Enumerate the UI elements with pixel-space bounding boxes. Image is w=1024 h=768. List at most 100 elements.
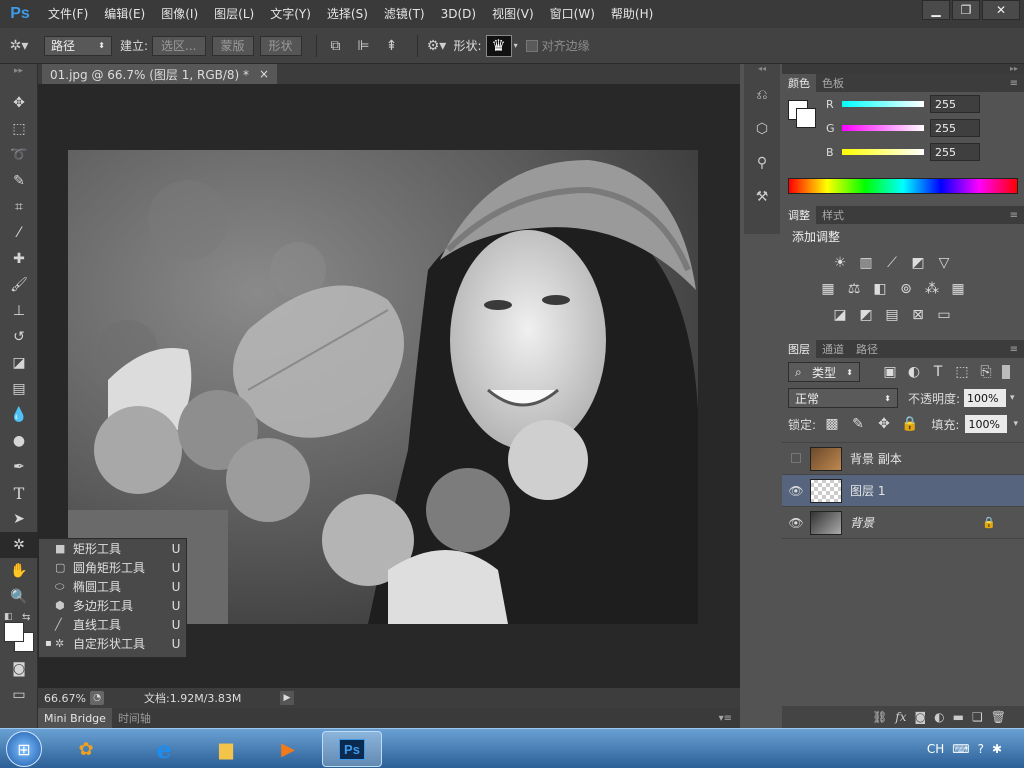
path-selection-tool[interactable]: ➤ <box>0 506 38 532</box>
tab-paths[interactable]: 路径 <box>850 340 884 358</box>
tab-timeline[interactable]: 时间轴 <box>112 708 157 728</box>
filter-adjustment-icon[interactable]: ◐ <box>904 362 924 382</box>
ellipse-tool-item[interactable]: ⬭ 椭圆工具 U <box>39 577 186 596</box>
foreground-color-swatch[interactable] <box>4 622 24 642</box>
align-edges-checkbox[interactable] <box>525 39 538 52</box>
close-button[interactable]: ✕ <box>982 0 1020 20</box>
channel-mixer-icon[interactable]: ⁂ <box>922 279 942 299</box>
status-menu-arrow-icon[interactable]: ▶ <box>280 691 294 705</box>
green-slider[interactable] <box>842 125 924 131</box>
make-mask-button[interactable]: 蒙版 <box>211 35 254 56</box>
blue-value[interactable]: 255 <box>930 143 980 161</box>
hue-saturation-icon[interactable]: ▦ <box>818 279 838 299</box>
lasso-tool[interactable]: ➰ <box>0 142 38 168</box>
panel-menu-icon[interactable]: ▾≡ <box>719 713 740 724</box>
maximize-button[interactable]: ❐ <box>952 0 980 20</box>
menu-view[interactable]: 视图(V) <box>484 0 542 28</box>
green-value[interactable]: 255 <box>930 119 980 137</box>
clone-stamp-tool[interactable]: ⊥ <box>0 298 38 324</box>
custom-shape-preset-icon[interactable]: ✲▾ <box>8 35 30 57</box>
visibility-toggle[interactable]: 👁 <box>782 516 810 530</box>
levels-icon[interactable]: ▥ <box>856 253 876 273</box>
opacity-input[interactable]: 100% <box>964 389 1007 407</box>
layer-filter-select[interactable]: ⌕ 类型 ⬍ <box>788 362 860 382</box>
minimize-button[interactable]: ▁ <box>922 0 950 20</box>
lock-position-icon[interactable]: ✥ <box>874 414 894 434</box>
layer-row-background-copy[interactable]: 背景 副本 <box>782 443 1024 475</box>
lock-transparent-icon[interactable]: ▩ <box>822 414 842 434</box>
taskbar-app-1[interactable]: ✿ <box>58 731 114 767</box>
visibility-toggle[interactable]: 👁 <box>782 484 810 498</box>
selective-color-icon[interactable]: ⊠ <box>908 305 928 325</box>
tab-adjustments[interactable]: 调整 <box>782 206 816 224</box>
layer-row-background[interactable]: 👁 背景 🔒 <box>782 507 1024 539</box>
tab-mini-bridge[interactable]: Mini Bridge <box>38 708 112 728</box>
fill-input[interactable]: 100% <box>965 415 1008 433</box>
make-shape-button[interactable]: 形状 <box>259 35 302 56</box>
taskbar-photoshop[interactable]: Ps <box>322 731 382 767</box>
screen-mode-button[interactable]: ▭ <box>0 682 38 708</box>
tools-panel-grip[interactable]: ▸▸ <box>0 64 37 90</box>
lock-all-icon[interactable]: 🔒 <box>900 414 920 434</box>
custom-shape-tool-item[interactable]: ▪ ✲ 自定形状工具 U <box>39 634 186 653</box>
color-spectrum-ramp[interactable] <box>788 178 1018 194</box>
posterize-icon[interactable]: ◩ <box>856 305 876 325</box>
tab-styles[interactable]: 样式 <box>816 206 850 224</box>
filter-pixel-icon[interactable]: ▣ <box>880 362 900 382</box>
blur-tool[interactable]: 💧 <box>0 402 38 428</box>
layer-name[interactable]: 图层 1 <box>850 482 885 499</box>
panel-menu-icon[interactable]: ≡ <box>1010 78 1024 89</box>
filter-type-icon[interactable]: T <box>928 362 948 382</box>
status-info-icon[interactable]: ◔ <box>90 691 104 705</box>
vibrance-icon[interactable]: ▽ <box>934 253 954 273</box>
help-icon[interactable]: ? <box>978 742 984 756</box>
threshold-icon[interactable]: ▤ <box>882 305 902 325</box>
menu-layer[interactable]: 图层(L) <box>206 0 262 28</box>
taskbar-explorer[interactable]: ▆ <box>198 731 254 767</box>
keyboard-icon[interactable]: ⌨ <box>952 742 969 756</box>
menu-type[interactable]: 文字(Y) <box>262 0 319 28</box>
panel-menu-icon[interactable]: ≡ <box>1010 344 1024 355</box>
brush-preset-button[interactable]: ⚲ <box>744 150 780 176</box>
rectangle-tool-item[interactable]: ■ 矩形工具 U <box>39 539 186 558</box>
layer-name[interactable]: 背景 <box>850 514 874 531</box>
color-balance-icon[interactable]: ⚖ <box>844 279 864 299</box>
move-tool[interactable]: ✥ <box>0 90 38 116</box>
3d-panel-button[interactable]: ⬡ <box>744 116 780 142</box>
path-alignment-icon[interactable]: ⊫ <box>353 35 375 57</box>
make-selection-button[interactable]: 选区... <box>152 35 206 56</box>
line-tool-item[interactable]: ╱ 直线工具 U <box>39 615 186 634</box>
healing-brush-tool[interactable]: ✚ <box>0 246 38 272</box>
input-method[interactable]: CH <box>927 742 944 756</box>
eyedropper-tool[interactable]: ⁄ <box>0 220 38 246</box>
brush-tool[interactable]: 🖌 <box>0 272 38 298</box>
polygon-tool-item[interactable]: ⬢ 多边形工具 U <box>39 596 186 615</box>
hand-tool[interactable]: ✋ <box>0 558 38 584</box>
blend-mode-select[interactable]: 正常 ⬍ <box>788 388 898 408</box>
taskbar-ie[interactable]: e <box>136 731 192 767</box>
menu-3d[interactable]: 3D(D) <box>433 0 484 28</box>
quick-mask-button[interactable]: ◙ <box>0 656 38 682</box>
gear-icon[interactable]: ⚙▾ <box>426 35 448 57</box>
history-brush-tool[interactable]: ↺ <box>0 324 38 350</box>
exposure-icon[interactable]: ◩ <box>908 253 928 273</box>
trash-icon[interactable]: 🗑 <box>991 710 1006 724</box>
tab-layers[interactable]: 图层 <box>782 340 816 358</box>
tool-mode-select[interactable]: 路径 ⬍ <box>44 35 112 56</box>
red-value[interactable]: 255 <box>930 95 980 113</box>
tab-color[interactable]: 颜色 <box>782 74 816 92</box>
path-operations-icon[interactable]: ⧉ <box>325 35 347 57</box>
lock-image-icon[interactable]: ✎ <box>848 414 868 434</box>
filter-smart-object-icon[interactable]: ⎘ <box>976 362 996 382</box>
close-document-icon[interactable]: × <box>259 67 269 81</box>
marquee-tool[interactable]: ⬚ <box>0 116 38 142</box>
link-layers-icon[interactable]: ⛓ <box>872 710 887 724</box>
gradient-tool[interactable]: ▤ <box>0 376 38 402</box>
tab-channels[interactable]: 通道 <box>816 340 850 358</box>
menu-edit[interactable]: 编辑(E) <box>96 0 153 28</box>
crop-tool[interactable]: ⌗ <box>0 194 38 220</box>
visibility-toggle[interactable] <box>782 452 810 466</box>
opacity-dropdown-icon[interactable]: ▾ <box>1010 393 1015 403</box>
new-layer-icon[interactable]: ❏ <box>972 710 983 724</box>
menu-select[interactable]: 选择(S) <box>319 0 376 28</box>
